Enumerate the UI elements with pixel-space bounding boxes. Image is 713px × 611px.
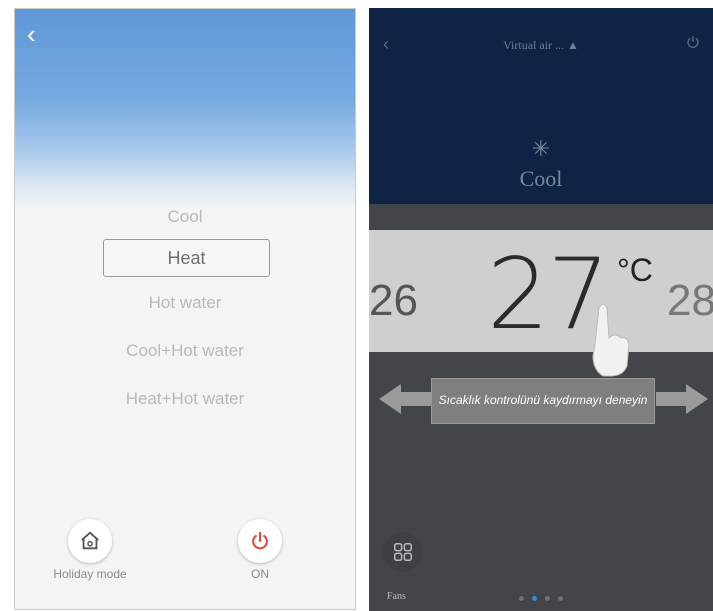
power-icon bbox=[252, 531, 268, 550]
temperature-unit: °C bbox=[617, 252, 653, 288]
mode-item-hot-water[interactable]: Hot water bbox=[15, 285, 355, 321]
mode-item-heat[interactable]: Heat bbox=[103, 239, 270, 277]
page-dot[interactable] bbox=[545, 596, 550, 601]
power-label: ON bbox=[251, 567, 269, 581]
fan-label: Fans bbox=[387, 591, 406, 602]
sky-header bbox=[15, 9, 355, 209]
mode-label: Cool bbox=[519, 166, 563, 191]
snowflake-icon: ✳ bbox=[531, 136, 551, 161]
pointing-hand-icon bbox=[592, 303, 630, 377]
mode-item-cool-hot-water[interactable]: Cool+Hot water bbox=[15, 333, 355, 369]
page-dot[interactable] bbox=[519, 596, 524, 601]
fan-button[interactable] bbox=[383, 532, 423, 572]
mode-item-heat-hot-water[interactable]: Heat+Hot water bbox=[15, 381, 355, 417]
device-title[interactable]: Virtual air ... ▲ bbox=[369, 38, 713, 53]
left-phone-screen: ‹ Cool Heat Hot water Cool+Hot water Hea… bbox=[14, 8, 356, 610]
page-dot[interactable] bbox=[558, 596, 563, 601]
arrow-left-icon bbox=[379, 384, 431, 414]
page-dot-active[interactable] bbox=[532, 596, 537, 601]
back-chevron-icon[interactable]: ‹ bbox=[27, 21, 36, 47]
mode-item-cool[interactable]: Cool bbox=[15, 199, 355, 235]
power-on-button[interactable] bbox=[238, 519, 282, 563]
right-phone-screen: ‹ Virtual air ... ▲ ✳ Cool 26 27 °C 28 S… bbox=[369, 8, 713, 611]
holiday-mode-button[interactable] bbox=[68, 519, 112, 563]
prev-temperature: 26 bbox=[369, 276, 418, 325]
arrow-right-icon bbox=[656, 384, 708, 414]
next-temperature: 28 bbox=[667, 276, 713, 325]
grid-icon bbox=[394, 543, 412, 561]
swipe-hint: Sıcaklık kontrolünü kaydırmayı deneyin bbox=[431, 378, 655, 424]
holiday-mode-label: Holiday mode bbox=[53, 567, 127, 581]
page-indicator bbox=[519, 596, 563, 601]
house-icon bbox=[81, 531, 99, 550]
power-icon[interactable] bbox=[685, 34, 701, 55]
